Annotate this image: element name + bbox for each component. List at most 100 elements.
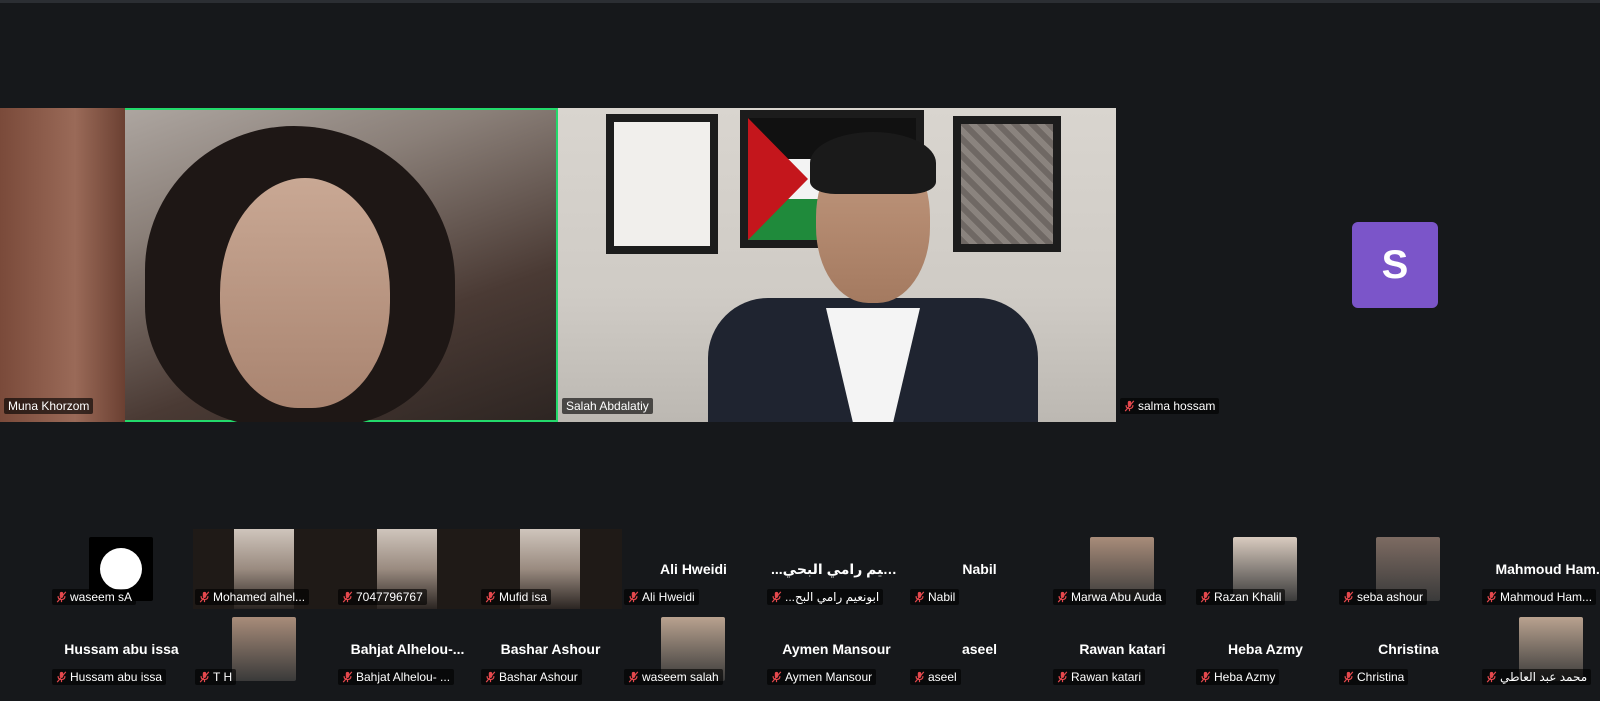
participant-name-text: Heba Azmy (1214, 670, 1276, 684)
participant-name-label: ...ابونعيم رامي البح (767, 589, 884, 605)
participant-name-label: Marwa Abu Auda (1053, 589, 1166, 605)
participant-name-label: 7047796767 (338, 589, 427, 605)
mic-muted-icon (56, 591, 67, 603)
participant-name-label: aseel (910, 669, 961, 685)
gallery-tile[interactable]: Hussam abu issa Hussam abu issa (50, 609, 193, 689)
participant-name-text: T H (213, 670, 233, 684)
participant-name-label: Ali Hweidi (624, 589, 699, 605)
gallery-tile[interactable]: aseel aseel (908, 609, 1051, 689)
participant-name-text: ...ابونعيم رامي البح (785, 590, 880, 604)
video-tile-salah-abdalatiy[interactable]: Salah Abdalatiy (558, 108, 1116, 422)
participant-name-text: Nabil (928, 590, 956, 604)
participant-name-label: Muna Khorzom (4, 398, 94, 414)
gallery-tile[interactable]: Heba Azmy Heba Azmy (1194, 609, 1337, 689)
mic-muted-icon (485, 591, 496, 603)
participant-name-text: seba ashour (1357, 590, 1424, 604)
participant-name-text: Mufid isa (499, 590, 548, 604)
participant-name-label: seba ashour (1339, 589, 1428, 605)
participant-name-text: Marwa Abu Auda (1071, 590, 1162, 604)
participant-name-label: Mahmoud Ham... (1482, 589, 1597, 605)
participant-name-text: 7047796767 (356, 590, 423, 604)
mic-muted-icon (1486, 591, 1497, 603)
video-tile-muna-khorzom[interactable]: Muna Khorzom (0, 108, 558, 422)
participant-name-label: T H (195, 669, 237, 685)
participant-name-label: Razan Khalil (1196, 589, 1286, 605)
mic-muted-icon (914, 671, 925, 683)
wall-frame-pattern (953, 116, 1061, 252)
participant-name-text: Hussam abu issa (70, 670, 163, 684)
mic-muted-icon (1343, 671, 1354, 683)
mic-muted-icon (628, 671, 639, 683)
participant-name-label: Nabil (910, 589, 960, 605)
gallery-tile[interactable]: Marwa Abu Auda (1051, 529, 1194, 609)
gallery-tile[interactable]: محمد عبد العاطي (1480, 609, 1600, 689)
participant-name-text: محمد عبد العاطي (1500, 670, 1588, 684)
mic-muted-icon (199, 591, 210, 603)
participant-name-label: waseem sA (52, 589, 137, 605)
participant-name-label: waseem salah (624, 669, 723, 685)
mic-muted-icon (914, 591, 925, 603)
participant-display-name: Heba Azmy (1228, 641, 1303, 657)
wall-frame-logo (606, 114, 718, 254)
participant-name-text: salma hossam (1138, 399, 1216, 413)
participant-name-label: Christina (1339, 669, 1409, 685)
gallery-tile[interactable]: Nabil Nabil (908, 529, 1051, 609)
participant-name-label: Hussam abu issa (52, 669, 167, 685)
participant-name-text: Ali Hweidi (642, 590, 695, 604)
participant-name-text: waseem sA (70, 590, 133, 604)
participant-name-text: Christina (1357, 670, 1405, 684)
gallery-tile[interactable]: waseem salah (622, 609, 765, 689)
participant-display-name: ...ابونعيم رامي البحي (771, 561, 908, 577)
mic-muted-icon (1343, 591, 1354, 603)
gallery-tile[interactable]: Bahjat Alhelou-... Bahjat Alhelou- ... (336, 609, 479, 689)
participant-video-face (220, 178, 390, 408)
gallery-tile[interactable]: Ali Hweidi Ali Hweidi (622, 529, 765, 609)
mic-muted-icon (771, 671, 782, 683)
participant-name-text: Rawan katari (1071, 670, 1142, 684)
gallery-tile[interactable]: seba ashour (1337, 529, 1480, 609)
gallery-tile[interactable]: Christina Christina (1337, 609, 1480, 689)
gallery-tile[interactable]: Mohamed alhel... (193, 529, 336, 609)
mic-muted-icon (1486, 671, 1497, 683)
mic-muted-icon (199, 671, 210, 683)
mic-muted-icon (628, 591, 639, 603)
participant-video-hair (810, 132, 936, 194)
mic-muted-icon (1057, 591, 1068, 603)
mic-muted-icon (1124, 400, 1135, 412)
participant-name-text: Bashar Ashour (499, 670, 578, 684)
participant-name-label: Bahjat Alhelou- ... (338, 669, 455, 685)
participant-name-text: aseel (928, 670, 957, 684)
participant-name-text: waseem salah (642, 670, 719, 684)
participant-display-name: Mahmoud Ham... (1495, 561, 1600, 577)
white-circle-avatar (100, 548, 142, 590)
gallery-tile[interactable]: waseem sA (50, 529, 193, 609)
participant-name-label: Bashar Ashour (481, 669, 582, 685)
gallery-tile[interactable]: Razan Khalil (1194, 529, 1337, 609)
gallery-tile[interactable]: ...ابونعيم رامي البحي ...ابونعيم رامي الب… (765, 529, 908, 609)
participant-name-label: Mohamed alhel... (195, 589, 310, 605)
mic-muted-icon (1200, 671, 1211, 683)
mic-muted-icon (1057, 671, 1068, 683)
participant-display-name: Bahjat Alhelou-... (350, 641, 465, 657)
participant-name-label: محمد عبد العاطي (1482, 669, 1592, 685)
mic-muted-icon (485, 671, 496, 683)
gallery-tile[interactable]: 7047796767 (336, 529, 479, 609)
gallery-tile[interactable]: Rawan katari Rawan katari (1051, 609, 1194, 689)
participant-display-name: Bashar Ashour (500, 641, 601, 657)
gallery-tile[interactable]: Bashar Ashour Bashar Ashour (479, 609, 622, 689)
gallery-tile[interactable]: T H (193, 609, 336, 689)
gallery-tile[interactable]: Mahmoud Ham... Mahmoud Ham... (1480, 529, 1600, 609)
background-door (0, 108, 125, 422)
participant-name-text: Razan Khalil (1214, 590, 1282, 604)
participant-display-name: aseel (961, 641, 998, 657)
participant-display-name: Hussam abu issa (64, 641, 179, 657)
meeting-stage: Muna Khorzom Salah Abdalatiy salma hossa… (0, 0, 1600, 701)
mic-muted-icon (342, 591, 353, 603)
participant-name-text: Aymen Mansour (785, 670, 873, 684)
participant-display-name: Ali Hweidi (660, 561, 727, 577)
participant-name-text: Mahmoud Ham... (1500, 590, 1593, 604)
gallery-tile[interactable]: Aymen Mansour Aymen Mansour (765, 609, 908, 689)
gallery-tile[interactable]: Mufid isa (479, 529, 622, 609)
participant-display-name: Rawan katari (1079, 641, 1166, 657)
participant-name-text: Mohamed alhel... (213, 590, 306, 604)
